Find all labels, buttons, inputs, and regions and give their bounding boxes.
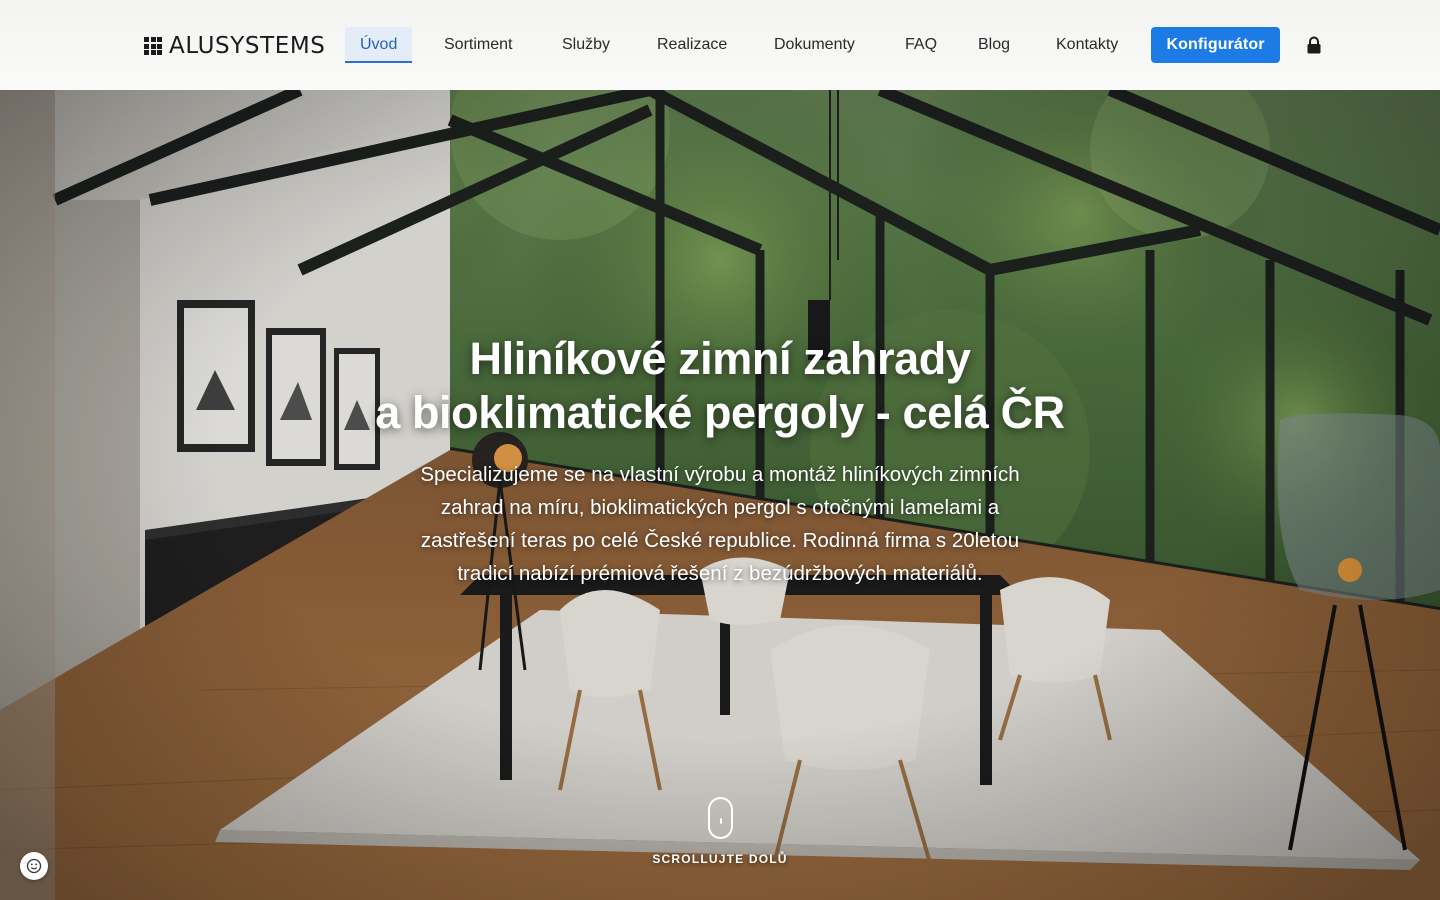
scroll-down-label: SCROLLUJTE DOLŮ xyxy=(652,852,788,866)
nav-item-faq[interactable]: FAQ xyxy=(905,27,937,63)
site-header: ALUSYSTEMS Úvod Sortiment Služby Realiza… xyxy=(0,0,1440,90)
hero-title: Hliníkové zimní zahrady a bioklimatické … xyxy=(270,332,1170,440)
configurator-button[interactable]: Konfigurátor xyxy=(1151,27,1280,63)
hero-title-line1: Hliníkové zimní zahrady xyxy=(469,333,971,384)
lock-icon[interactable] xyxy=(1306,36,1322,54)
scroll-down-indicator[interactable]: SCROLLUJTE DOLŮ xyxy=(620,797,820,867)
nav-item-blog[interactable]: Blog xyxy=(978,27,1010,63)
nav-item-sluzby[interactable]: Služby xyxy=(562,27,610,63)
hero-subtitle: Specializujeme se na vlastní výrobu a mo… xyxy=(420,463,1020,585)
logo-grid-icon xyxy=(144,37,162,55)
cookie-icon xyxy=(26,858,42,874)
logo[interactable]: ALUSYSTEMS xyxy=(144,32,326,60)
nav-item-sortiment[interactable]: Sortiment xyxy=(444,27,512,63)
nav-item-uvod[interactable]: Úvod xyxy=(345,27,413,63)
nav-item-realizace[interactable]: Realizace xyxy=(657,27,727,63)
hero-title-line2: a bioklimatické pergoly - celá ČR xyxy=(375,387,1065,438)
mouse-scroll-icon xyxy=(708,797,733,839)
nav-item-dokumenty[interactable]: Dokumenty xyxy=(774,27,855,63)
nav-item-kontakty[interactable]: Kontakty xyxy=(1056,27,1118,63)
hero-section: Hliníkové zimní zahrady a bioklimatické … xyxy=(0,90,1440,900)
cookie-settings-button[interactable] xyxy=(20,852,48,880)
logo-text: ALUSYSTEMS xyxy=(169,32,326,59)
